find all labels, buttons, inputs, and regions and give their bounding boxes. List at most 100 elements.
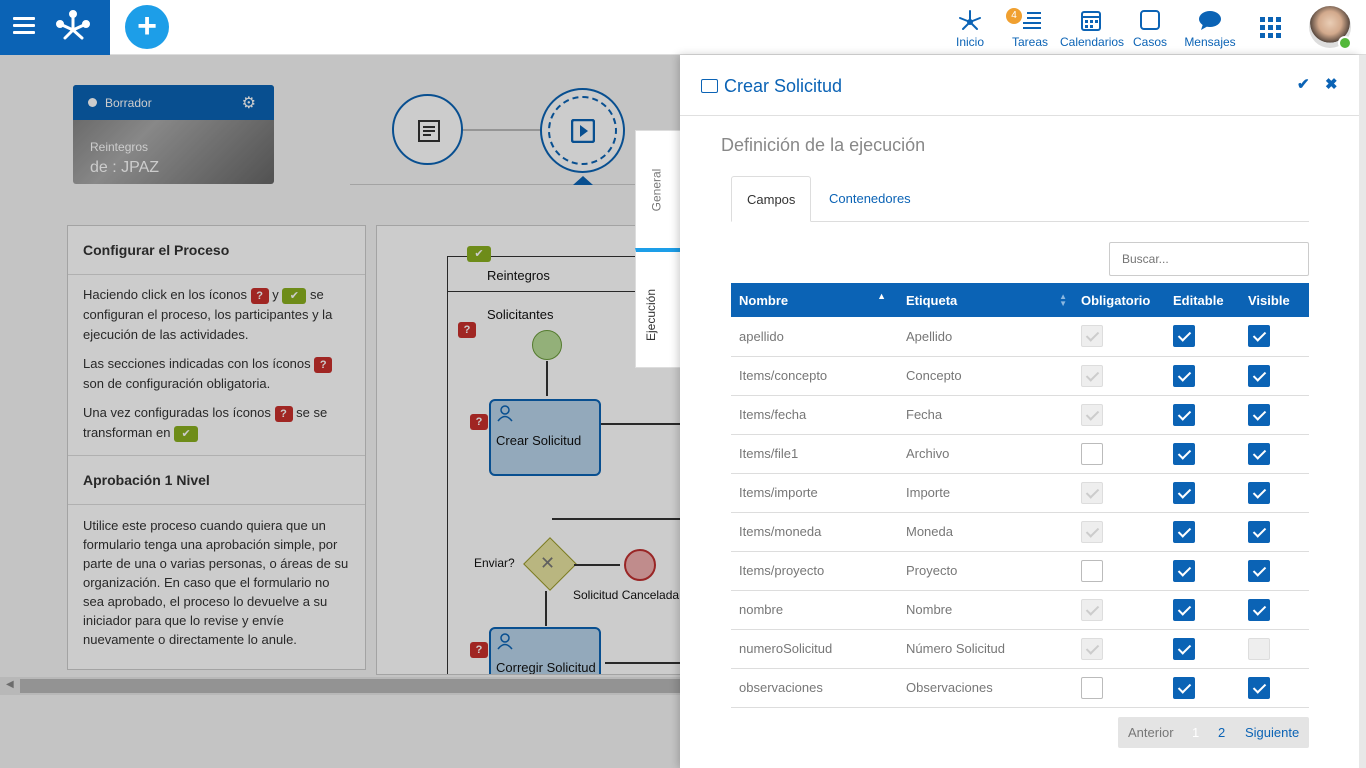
add-button[interactable]: + bbox=[125, 5, 169, 49]
column-label: Etiqueta bbox=[906, 292, 958, 308]
nav-mensajes[interactable]: Mensajes bbox=[1184, 0, 1236, 55]
visible-checkbox[interactable] bbox=[1248, 559, 1270, 582]
editable-checkbox[interactable] bbox=[1173, 364, 1195, 387]
editable-checkbox[interactable] bbox=[1173, 481, 1195, 504]
close-icon[interactable]: ✖ bbox=[1325, 75, 1338, 93]
obligatorio-cell bbox=[1073, 356, 1165, 396]
obligatorio-cell bbox=[1073, 629, 1165, 669]
column-header-nombre[interactable]: Nombre ▲ bbox=[731, 283, 898, 317]
table-row: Items/file1 Archivo bbox=[731, 434, 1309, 474]
nav-tareas[interactable]: 4 Tareas bbox=[1006, 0, 1048, 55]
visible-checkbox[interactable] bbox=[1248, 481, 1270, 504]
modal-overlay[interactable] bbox=[0, 55, 680, 768]
etiqueta-cell: Nombre bbox=[898, 590, 1073, 630]
visible-checkbox[interactable] bbox=[1248, 364, 1270, 387]
nav-calendarios[interactable]: Calendarios bbox=[1060, 0, 1125, 55]
field-name: numeroSolicitud bbox=[739, 641, 833, 656]
nombre-cell: numeroSolicitud bbox=[731, 629, 898, 669]
visible-checkbox[interactable] bbox=[1248, 676, 1270, 699]
obligatorio-checkbox bbox=[1081, 598, 1103, 621]
confirm-check-icon[interactable]: ✔ bbox=[1297, 75, 1310, 93]
etiqueta-cell: Archivo bbox=[898, 434, 1073, 474]
obligatorio-checkbox bbox=[1081, 520, 1103, 543]
visible-checkbox[interactable] bbox=[1248, 598, 1270, 621]
visible-checkbox[interactable] bbox=[1248, 325, 1270, 348]
etiqueta-cell: Apellido bbox=[898, 317, 1073, 357]
vertical-scrollbar[interactable] bbox=[1359, 55, 1366, 768]
pagination-page-1[interactable]: 1 bbox=[1192, 725, 1199, 740]
editable-checkbox[interactable] bbox=[1173, 325, 1195, 348]
visible-checkbox[interactable] bbox=[1248, 520, 1270, 543]
table-header-row: Nombre ▲ Etiqueta ▲ ▼ Obligatorio Editable … bbox=[731, 283, 1309, 317]
fields-table: Nombre ▲ Etiqueta ▲ ▼ Obligatorio Editable … bbox=[731, 283, 1309, 708]
menu-icon[interactable] bbox=[13, 17, 35, 37]
field-label: Nombre bbox=[906, 602, 953, 617]
side-panel-header: Crear Solicitud ✔ ✖ bbox=[680, 55, 1360, 116]
visible-cell bbox=[1240, 395, 1309, 435]
obligatorio-cell bbox=[1073, 317, 1165, 357]
pagination-page-2[interactable]: 2 bbox=[1218, 725, 1225, 740]
nav-casos[interactable]: Casos bbox=[1133, 0, 1167, 55]
obligatorio-checkbox[interactable] bbox=[1081, 676, 1103, 699]
table-row: Items/moneda Moneda bbox=[731, 512, 1309, 552]
table-row: nombre Nombre bbox=[731, 590, 1309, 630]
editable-checkbox[interactable] bbox=[1173, 598, 1195, 621]
apps-grid-icon[interactable] bbox=[1260, 17, 1281, 38]
etiqueta-cell: Proyecto bbox=[898, 551, 1073, 591]
visible-cell bbox=[1240, 629, 1309, 669]
visible-cell bbox=[1240, 473, 1309, 513]
editable-checkbox[interactable] bbox=[1173, 520, 1195, 543]
field-label: Moneda bbox=[906, 524, 953, 539]
table-row: Items/importe Importe bbox=[731, 473, 1309, 513]
editable-cell bbox=[1165, 551, 1240, 591]
editable-cell bbox=[1165, 473, 1240, 513]
visible-checkbox[interactable] bbox=[1248, 403, 1270, 426]
pagination-prev[interactable]: Anterior bbox=[1128, 725, 1174, 740]
editable-cell bbox=[1165, 668, 1240, 708]
search-input[interactable] bbox=[1109, 242, 1309, 276]
tab-general[interactable]: General bbox=[635, 130, 681, 250]
editable-checkbox[interactable] bbox=[1173, 559, 1195, 582]
nav-inicio[interactable]: Inicio bbox=[952, 0, 988, 55]
nombre-cell: Items/proyecto bbox=[731, 551, 898, 591]
square-icon bbox=[1140, 10, 1160, 30]
obligatorio-cell bbox=[1073, 668, 1165, 708]
editable-cell bbox=[1165, 395, 1240, 435]
visible-cell bbox=[1240, 434, 1309, 474]
obligatorio-cell bbox=[1073, 512, 1165, 552]
square-icon bbox=[701, 79, 718, 93]
sort-icon[interactable]: ▲ ▼ bbox=[1059, 293, 1067, 308]
editable-checkbox[interactable] bbox=[1173, 637, 1195, 660]
etiqueta-cell: Observaciones bbox=[898, 668, 1073, 708]
tab-campos[interactable]: Campos bbox=[731, 176, 811, 222]
pagination-next[interactable]: Siguiente bbox=[1245, 725, 1299, 740]
obligatorio-cell bbox=[1073, 590, 1165, 630]
tab-ejecucion[interactable]: Ejecución bbox=[635, 248, 681, 368]
column-header-obligatorio: Obligatorio bbox=[1073, 283, 1165, 317]
nombre-cell: Items/concepto bbox=[731, 356, 898, 396]
obligatorio-checkbox[interactable] bbox=[1081, 442, 1103, 465]
online-status-icon bbox=[1338, 36, 1352, 50]
nombre-cell: Items/moneda bbox=[731, 512, 898, 552]
column-header-etiqueta[interactable]: Etiqueta ▲ ▼ bbox=[898, 283, 1073, 317]
nombre-cell: Items/fecha bbox=[731, 395, 898, 435]
tab-contenedores[interactable]: Contenedores bbox=[829, 191, 911, 206]
column-header-editable: Editable bbox=[1165, 283, 1240, 317]
field-name: nombre bbox=[739, 602, 784, 617]
nav-label: Calendarios bbox=[1060, 35, 1125, 49]
obligatorio-cell bbox=[1073, 551, 1165, 591]
editable-checkbox[interactable] bbox=[1173, 403, 1195, 426]
field-name: Items/proyecto bbox=[739, 563, 825, 578]
obligatorio-checkbox[interactable] bbox=[1081, 559, 1103, 582]
side-panel-title: Crear Solicitud bbox=[724, 76, 843, 96]
visible-checkbox[interactable] bbox=[1248, 442, 1270, 465]
field-name: apellido bbox=[739, 328, 784, 344]
editable-checkbox[interactable] bbox=[1173, 442, 1195, 465]
logo-icon[interactable] bbox=[56, 10, 90, 42]
field-name: Items/importe bbox=[739, 485, 818, 500]
field-label: Número Solicitud bbox=[906, 641, 1005, 656]
sort-asc-icon[interactable]: ▲ bbox=[877, 291, 886, 301]
obligatorio-checkbox bbox=[1081, 481, 1103, 504]
obligatorio-checkbox bbox=[1081, 403, 1103, 426]
editable-checkbox[interactable] bbox=[1173, 676, 1195, 699]
